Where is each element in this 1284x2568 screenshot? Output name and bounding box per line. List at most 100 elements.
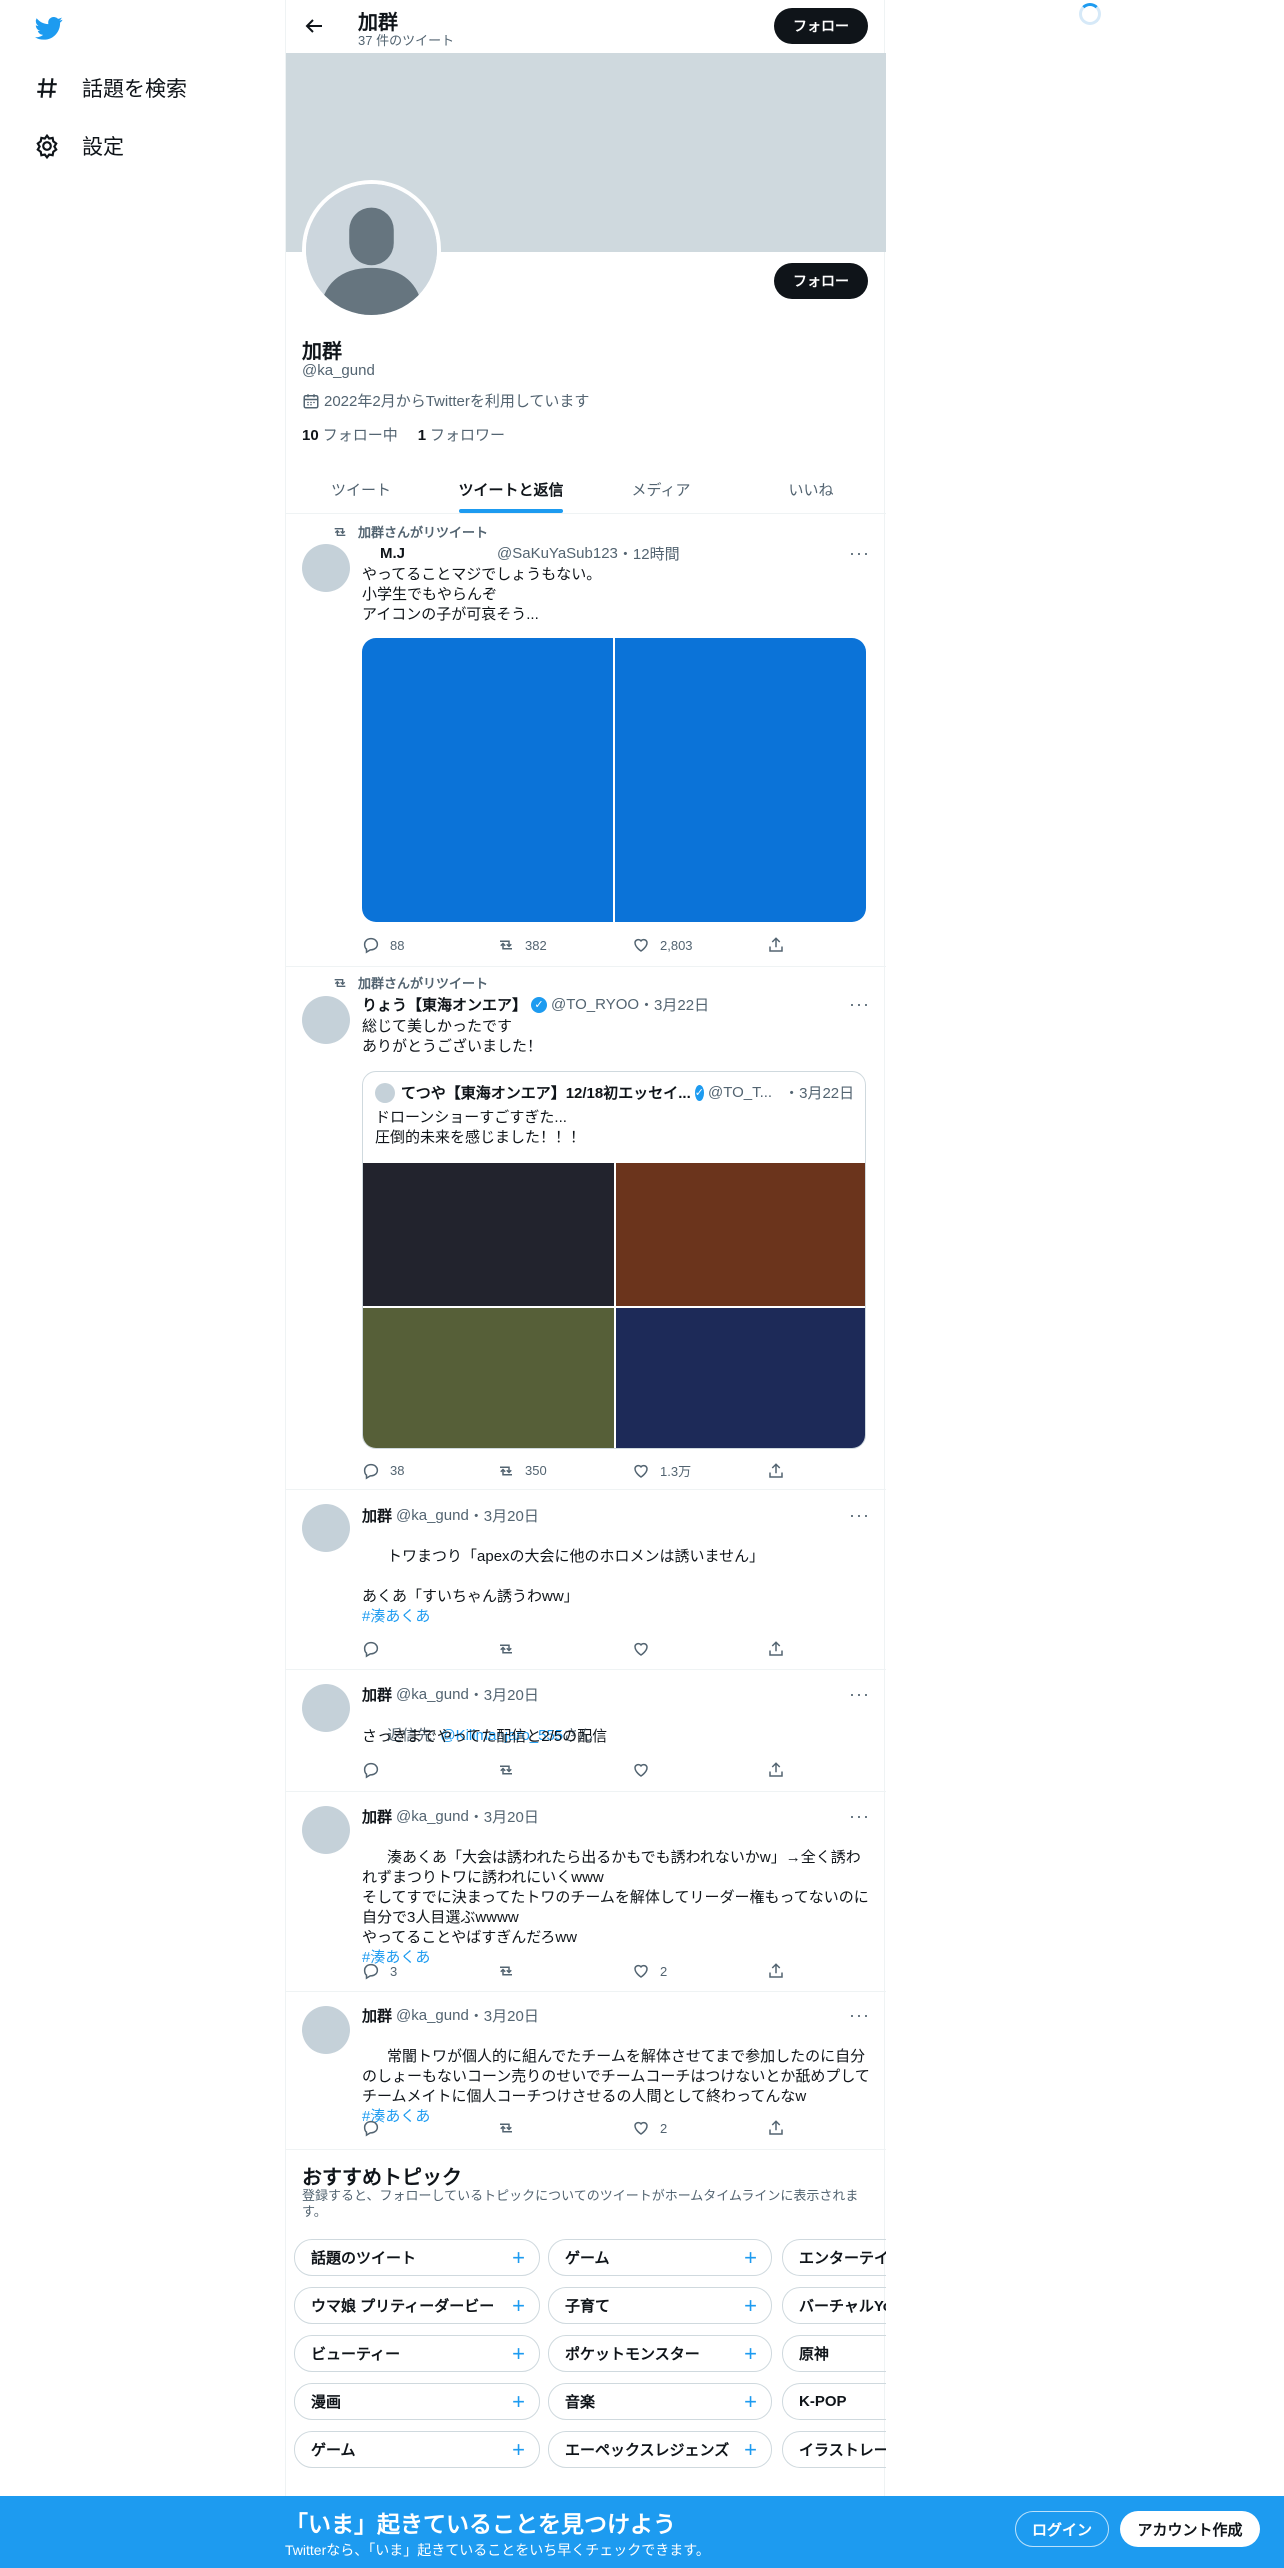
nav-settings[interactable]: 設定: [34, 131, 124, 161]
topic-chip[interactable]: 原神: [782, 2335, 886, 2372]
tweet-item[interactable]: 加群さんがリツイート りょう【東海オンエア】 ✓ @TO_RYOO ・3月22日…: [286, 967, 886, 1490]
tweet-item[interactable]: 加群 @ka_gund ・3月20日 ··· 返信先: @Kilimanjaro…: [286, 1670, 886, 1792]
topic-chip[interactable]: 漫画 +: [294, 2383, 540, 2420]
topic-chip[interactable]: K-POP: [782, 2383, 886, 2420]
share-button[interactable]: [767, 1640, 787, 1658]
topic-chip[interactable]: エンターテイ: [782, 2239, 886, 2276]
share-button[interactable]: [767, 1461, 787, 1480]
quoted-media-image[interactable]: [363, 1307, 614, 1448]
profile-follow-button[interactable]: フォロー: [774, 263, 868, 299]
share-button[interactable]: [767, 1761, 787, 1779]
tweet-time[interactable]: ・12時間: [618, 543, 680, 564]
reply-button[interactable]: 3: [362, 1962, 442, 1980]
nav-explore[interactable]: 話題を検索: [34, 73, 187, 103]
topic-chip[interactable]: ウマ娘 プリティーダービー +: [294, 2287, 540, 2324]
retweet-icon: [500, 2123, 512, 2133]
retweet-button[interactable]: [497, 1640, 577, 1658]
like-button[interactable]: 2,803: [632, 936, 712, 954]
tweet-author-handle[interactable]: @ka_gund: [396, 2007, 469, 2024]
reply-button[interactable]: [362, 2119, 442, 2137]
like-button[interactable]: 2: [632, 2119, 712, 2137]
tweet-author-avatar[interactable]: [302, 2006, 350, 2054]
tweet-author-handle[interactable]: @SaKuYaSub123: [497, 545, 618, 562]
tweet-author-name[interactable]: M.J: [380, 545, 405, 562]
tweet-time[interactable]: ・3月20日: [469, 2005, 539, 2026]
more-options-icon[interactable]: ···: [849, 1684, 870, 1705]
topic-chip[interactable]: ゲーム +: [548, 2239, 772, 2276]
tweet-item[interactable]: 加群 @ka_gund ・3月20日 ··· トワまつり「apexの大会に他のホ…: [286, 1490, 886, 1670]
tweet-time[interactable]: ・3月20日: [469, 1505, 539, 1526]
topic-chip[interactable]: 子育て +: [548, 2287, 772, 2324]
more-options-icon[interactable]: ···: [849, 2005, 870, 2026]
share-button[interactable]: [767, 936, 787, 954]
tweet-author-avatar[interactable]: [302, 544, 350, 592]
tweet-author-handle[interactable]: @ka_gund: [396, 1808, 469, 1825]
topic-chip[interactable]: エーペックスレジェンズ +: [548, 2431, 772, 2468]
share-button[interactable]: [767, 1962, 787, 1980]
tweet-author-avatar[interactable]: [302, 1806, 350, 1854]
tweet-author-name[interactable]: りょう【東海オンエア】: [362, 994, 527, 1015]
tweet-author-avatar[interactable]: [302, 996, 350, 1044]
reply-button[interactable]: 88: [362, 936, 442, 954]
reply-button[interactable]: 38: [362, 1461, 442, 1480]
tweet-hashtag[interactable]: #湊あくあ: [362, 1608, 430, 1625]
topic-chip[interactable]: ビューティー +: [294, 2335, 540, 2372]
retweet-button[interactable]: 382: [497, 936, 577, 954]
tweet-time[interactable]: ・3月20日: [469, 1806, 539, 1827]
more-options-icon[interactable]: ···: [849, 994, 870, 1015]
like-button[interactable]: [632, 1761, 712, 1779]
quoted-media-image[interactable]: [616, 1163, 865, 1306]
login-button[interactable]: ログイン: [1015, 2511, 1109, 2547]
quoted-media-image[interactable]: [616, 1307, 865, 1448]
tweet-author-avatar[interactable]: [302, 1684, 350, 1732]
reply-button[interactable]: [362, 1640, 442, 1658]
tweet-author-handle[interactable]: @ka_gund: [396, 1507, 469, 1524]
profile-avatar[interactable]: [302, 180, 441, 319]
retweet-button[interactable]: [497, 1761, 577, 1779]
tweet-item[interactable]: 加群 @ka_gund ・3月20日 ··· 湊あくあ「大会は誘われたら出るかも…: [286, 1792, 886, 1992]
tab-tweets-and-replies[interactable]: ツイートと返信: [436, 465, 586, 513]
retweet-button[interactable]: [497, 2119, 577, 2137]
reply-button[interactable]: [362, 1761, 442, 1779]
tweet-media-image[interactable]: [615, 638, 866, 922]
quoted-tweet[interactable]: てつや【東海オンエア】12/18初エッセイ... ✓ @TO_T... ・3月2…: [362, 1071, 866, 1449]
topic-chip[interactable]: 話題のツイート +: [294, 2239, 540, 2276]
like-button[interactable]: 1.3万: [632, 1461, 712, 1480]
like-button[interactable]: 2: [632, 1962, 712, 1980]
topic-chip[interactable]: ポケットモンスター +: [548, 2335, 772, 2372]
tweet-item[interactable]: 加群 @ka_gund ・3月20日 ··· 常闇トワが個人的に組んでたチームを…: [286, 1992, 886, 2150]
tab-likes[interactable]: いいね: [736, 465, 886, 513]
tweet-author-handle[interactable]: @TO_RYOO: [551, 996, 639, 1013]
like-button[interactable]: [632, 1640, 712, 1658]
more-options-icon[interactable]: ···: [849, 543, 870, 564]
more-options-icon[interactable]: ···: [849, 1505, 870, 1526]
topic-chip[interactable]: ゲーム +: [294, 2431, 540, 2468]
header-follow-button[interactable]: フォロー: [774, 8, 868, 44]
share-icon: [769, 2120, 783, 2135]
more-options-icon[interactable]: ···: [849, 1806, 870, 1827]
quoted-media-image[interactable]: [363, 1163, 614, 1306]
tweet-time[interactable]: ・3月20日: [469, 1684, 539, 1705]
retweet-button[interactable]: 350: [497, 1461, 577, 1480]
following-link[interactable]: 10 フォロー中: [302, 424, 398, 445]
tweet-author-name[interactable]: 加群: [362, 1505, 392, 1526]
topic-chip[interactable]: バーチャルYo: [782, 2287, 886, 2324]
signup-button[interactable]: アカウント作成: [1120, 2511, 1260, 2547]
tweet-time[interactable]: ・3月22日: [639, 994, 709, 1015]
tweet-item[interactable]: 加群さんがリツイート M.J @SaKuYaSub123 ・12時間 ··· や…: [286, 514, 886, 967]
tab-media[interactable]: メディア: [586, 465, 736, 513]
tweet-author-name[interactable]: 加群: [362, 1684, 392, 1705]
tweet-author-handle[interactable]: @ka_gund: [396, 1686, 469, 1703]
tweet-author-name[interactable]: 加群: [362, 2005, 392, 2026]
tweet-author-avatar[interactable]: [302, 1504, 350, 1552]
share-button[interactable]: [767, 2119, 787, 2137]
tab-tweets[interactable]: ツイート: [286, 465, 436, 513]
followers-link[interactable]: 1 フォロワー: [418, 424, 505, 445]
topic-chip[interactable]: イラストレー: [782, 2431, 886, 2468]
tweet-media-image[interactable]: [362, 638, 613, 922]
back-arrow-icon[interactable]: [302, 14, 326, 38]
topic-chip[interactable]: 音楽 +: [548, 2383, 772, 2420]
twitter-bird-icon[interactable]: [33, 14, 65, 42]
retweet-button[interactable]: [497, 1962, 577, 1980]
tweet-author-name[interactable]: 加群: [362, 1806, 392, 1827]
